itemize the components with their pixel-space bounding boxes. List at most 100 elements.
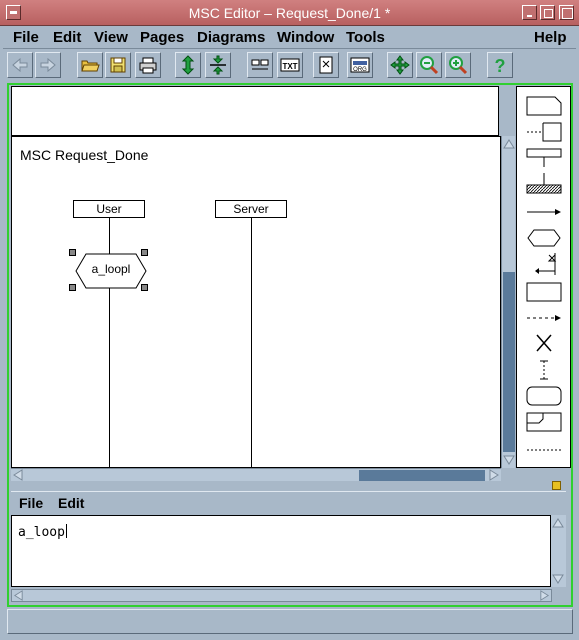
loop-label[interactable]: a_loopl: [76, 262, 146, 276]
canvas-vertical-scrollbar[interactable]: [501, 136, 515, 468]
selection-handle-br[interactable]: [141, 284, 148, 291]
save-icon: [110, 57, 126, 73]
help-button[interactable]: ?: [487, 52, 513, 78]
back-icon: [12, 57, 28, 73]
maximize-button[interactable]: [540, 5, 555, 20]
zoom-out-icon: [420, 56, 439, 75]
palette-loop[interactable]: [525, 225, 565, 251]
instance-symbol-icon: [526, 96, 562, 116]
minimize-button[interactable]: [522, 5, 537, 20]
menu-bar: File Edit View Pages Diagrams Window Too…: [3, 27, 576, 49]
lifeline-server[interactable]: [251, 218, 252, 467]
msc-title[interactable]: MSC Request_Done: [20, 147, 148, 163]
menu-window[interactable]: Window: [277, 29, 334, 46]
palette-condition[interactable]: [525, 143, 565, 169]
rounded-symbol-icon: [526, 386, 562, 406]
print-icon: [139, 57, 157, 74]
palette-coregion[interactable]: [525, 357, 565, 383]
editor-scroll-up-icon[interactable]: [552, 517, 564, 529]
menu-diagrams[interactable]: Diagrams: [197, 29, 265, 46]
scroll-down-icon[interactable]: [503, 454, 515, 466]
heading-area[interactable]: [11, 86, 499, 136]
gate-line-icon: [527, 449, 561, 451]
svg-text:TXT: TXT: [282, 62, 297, 71]
palette-dashed-message[interactable]: [525, 305, 565, 331]
scroll-right-icon[interactable]: [488, 469, 500, 481]
scroll-up-icon[interactable]: [503, 138, 515, 150]
action-symbol-icon: [526, 282, 562, 302]
editor-scroll-left-icon[interactable]: [13, 590, 24, 601]
editor-vertical-scrollbar[interactable]: [551, 515, 566, 587]
print-button[interactable]: [135, 52, 161, 78]
palette-comment[interactable]: [525, 119, 565, 145]
menu-view[interactable]: View: [94, 29, 128, 46]
environment-symbol-icon: [526, 173, 562, 194]
compress-vertical-icon: [210, 55, 226, 75]
palette-reference[interactable]: [525, 409, 565, 435]
overview-button[interactable]: ORG: [347, 52, 373, 78]
menu-pages[interactable]: Pages: [140, 29, 184, 46]
save-button[interactable]: [105, 52, 131, 78]
editor-menu-file[interactable]: File: [19, 495, 43, 511]
svg-text:?: ?: [495, 56, 506, 75]
reference-symbol-icon: [526, 412, 562, 432]
palette-action[interactable]: [525, 279, 565, 305]
palette-stop[interactable]: [525, 331, 565, 357]
delete-button[interactable]: [313, 52, 339, 78]
horizontal-scroll-thumb[interactable]: [359, 470, 485, 481]
menu-tools[interactable]: Tools: [346, 29, 385, 46]
instance-user[interactable]: User: [73, 200, 145, 218]
selection-handle-tl[interactable]: [69, 249, 76, 256]
instance-server[interactable]: Server: [215, 200, 287, 218]
forward-button[interactable]: [35, 52, 61, 78]
editor-scroll-right-icon[interactable]: [539, 590, 550, 601]
comment-symbol-icon: [527, 122, 562, 142]
help-icon: ?: [495, 56, 506, 75]
expand-vertical-button[interactable]: [175, 52, 201, 78]
status-bar: [7, 609, 573, 634]
back-button[interactable]: [7, 52, 33, 78]
stop-symbol-icon: [536, 334, 552, 352]
selection-handle-bl[interactable]: [69, 284, 76, 291]
palette-timer[interactable]: [525, 251, 565, 277]
palette-gate-line[interactable]: [525, 437, 565, 463]
palette-environment[interactable]: [525, 171, 565, 197]
text-caret: [65, 524, 67, 538]
symbol-palette: [516, 86, 571, 468]
zoom-out-button[interactable]: [416, 52, 442, 78]
message-symbol-icon: [527, 209, 561, 215]
compress-vertical-button[interactable]: [205, 52, 231, 78]
palette-instance[interactable]: [525, 93, 565, 119]
editor-menu-edit[interactable]: Edit: [58, 495, 84, 511]
menu-edit[interactable]: Edit: [53, 29, 81, 46]
move-button[interactable]: [387, 52, 413, 78]
toolbar: TXT ORG ?: [3, 50, 576, 82]
pane-splitter-handle[interactable]: [552, 481, 561, 490]
palette-rounded[interactable]: [525, 383, 565, 409]
editor-text-content: a_loop: [18, 525, 65, 540]
condition-symbol-icon: [526, 148, 562, 167]
editor-horizontal-scrollbar[interactable]: [11, 589, 552, 602]
zoom-in-button[interactable]: [445, 52, 471, 78]
open-folder-icon: [81, 60, 100, 72]
instance-icon: [251, 59, 269, 70]
text-button[interactable]: TXT: [277, 52, 303, 78]
close-button[interactable]: [559, 5, 574, 20]
canvas-horizontal-scrollbar[interactable]: [11, 468, 501, 481]
editor-scroll-down-icon[interactable]: [552, 573, 564, 585]
loop-symbol-icon: [527, 229, 561, 247]
scroll-left-icon[interactable]: [12, 469, 24, 481]
menu-file[interactable]: File: [13, 29, 39, 46]
palette-message[interactable]: [525, 199, 565, 225]
delete-icon: [319, 56, 333, 74]
menu-help[interactable]: Help: [534, 29, 567, 46]
overview-icon: ORG: [350, 57, 370, 73]
open-button[interactable]: [77, 52, 103, 78]
text-editor-area[interactable]: a_loop: [11, 515, 551, 587]
diagram-canvas[interactable]: MSC Request_Done User Server a_loopl: [11, 136, 501, 468]
vertical-scroll-thumb[interactable]: [503, 272, 515, 452]
dashed-message-icon: [527, 315, 561, 321]
zoom-in-icon: [449, 56, 468, 75]
instance-button[interactable]: [247, 52, 273, 78]
selection-handle-tr[interactable]: [141, 249, 148, 256]
